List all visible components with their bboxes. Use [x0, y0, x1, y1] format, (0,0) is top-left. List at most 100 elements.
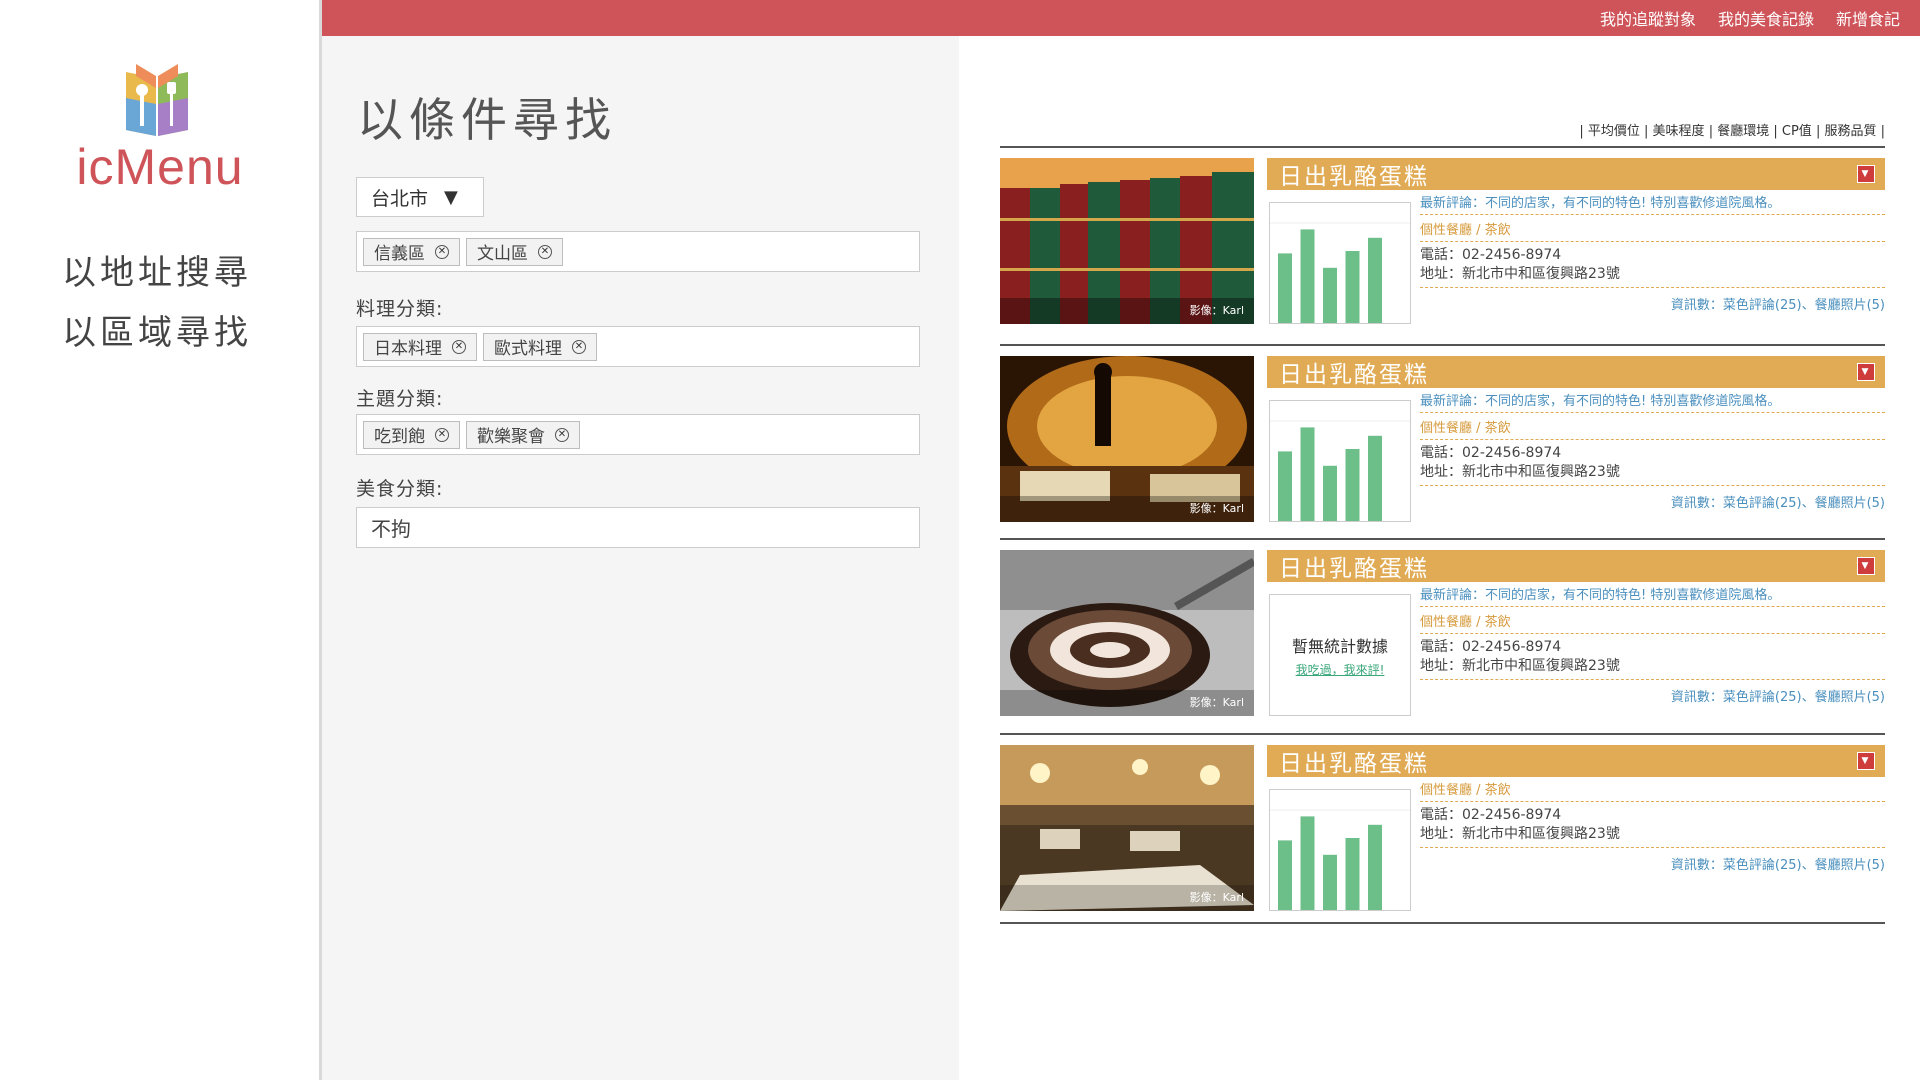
- rating-bar: [1300, 427, 1315, 521]
- sort-cp[interactable]: CP值: [1782, 124, 1812, 139]
- restaurant-title-bar[interactable]: 日出乳酪蛋糕 ▼: [1267, 158, 1885, 190]
- expand-dropdown-icon[interactable]: ▼: [1857, 557, 1875, 575]
- tag-label: 日本料理: [374, 339, 442, 359]
- tag-theme: 吃到飽 ✕: [363, 420, 460, 449]
- info-links[interactable]: 資訊數：菜色評論(25)、餐廳照片(5): [1420, 288, 1885, 313]
- remove-tag-icon[interactable]: ✕: [572, 339, 586, 354]
- sidebar: icMenu 以地址搜尋 以區域尋找: [0, 0, 322, 1080]
- tag-label: 吃到飽: [374, 427, 425, 447]
- restaurant-photo[interactable]: 影像：Karl: [1000, 550, 1254, 716]
- remove-tag-icon[interactable]: ✕: [538, 244, 552, 259]
- restaurant-photo[interactable]: 影像：Karl: [1000, 745, 1254, 911]
- nav-following[interactable]: 我的追蹤對象: [1600, 6, 1696, 30]
- restaurant-contact: 電話：02-2456-8974 地址：新北市中和區復興路23號: [1420, 802, 1885, 848]
- expand-dropdown-icon[interactable]: ▼: [1857, 165, 1875, 183]
- tag-label: 歐式料理: [494, 339, 562, 359]
- rating-bar: [1278, 451, 1292, 521]
- search-by-address-link[interactable]: 以地址搜尋: [62, 243, 252, 303]
- restaurant-title-bar[interactable]: 日出乳酪蛋糕 ▼: [1267, 550, 1885, 582]
- info-links[interactable]: 資訊數：菜色評論(25)、餐廳照片(5): [1420, 680, 1885, 705]
- food-label: 美食分類:: [356, 478, 444, 500]
- result-card[interactable]: 影像：Karl 日出乳酪蛋糕 ▼ 暫無統計數據 我吃過，我來評! 最新評論：不同…: [1000, 538, 1885, 716]
- tag-label: 文山區: [477, 244, 528, 264]
- sort-bar: | 平均價位 | 美味程度 | 餐廳環境 | CP值 | 服務品質 |: [1579, 124, 1885, 139]
- expand-dropdown-icon[interactable]: ▼: [1857, 363, 1875, 381]
- district-tag-input[interactable]: 信義區 ✕ 文山區 ✕: [356, 231, 920, 272]
- restaurant-info: 最新評論：不同的店家，有不同的特色! 特別喜歡修道院風格。 個性餐廳 / 茶飲 …: [1420, 580, 1885, 705]
- theme-label: 主題分類:: [356, 388, 444, 410]
- restaurant-title-bar[interactable]: 日出乳酪蛋糕 ▼: [1267, 356, 1885, 388]
- sort-price[interactable]: 平均價位: [1588, 124, 1640, 139]
- sort-taste[interactable]: 美味程度: [1653, 124, 1705, 139]
- latest-review[interactable]: 最新評論：不同的店家，有不同的特色! 特別喜歡修道院風格。: [1420, 386, 1885, 413]
- rating-bar: [1345, 838, 1360, 910]
- rating-bar: [1323, 854, 1337, 910]
- nav-add-record[interactable]: 新增食記: [1836, 6, 1900, 30]
- remove-tag-icon[interactable]: ✕: [435, 244, 449, 259]
- restaurant-photo[interactable]: 影像：Karl: [1000, 158, 1254, 324]
- rating-chart: [1269, 400, 1411, 522]
- rating-bar: [1345, 449, 1360, 521]
- rate-now-link[interactable]: 我吃過，我來評!: [1270, 661, 1410, 678]
- restaurant-category: 個性餐廳 / 茶飲: [1420, 775, 1885, 802]
- rating-bar: [1323, 267, 1337, 323]
- latest-review[interactable]: 最新評論：不同的店家，有不同的特色! 特別喜歡修道院風格。: [1420, 188, 1885, 215]
- remove-tag-icon[interactable]: ✕: [452, 339, 466, 354]
- phone: 電話：02-2456-8974: [1420, 639, 1562, 655]
- restaurant-info: 個性餐廳 / 茶飲 電話：02-2456-8974 地址：新北市中和區復興路23…: [1420, 775, 1885, 873]
- address: 地址：新北市中和區復興路23號: [1420, 658, 1620, 674]
- rating-bar: [1278, 840, 1292, 910]
- top-nav-bar: 我的追蹤對象 我的美食記錄 新增食記: [322, 0, 1920, 36]
- city-select[interactable]: 台北市 ▼: [356, 177, 484, 217]
- photo-credit: 影像：Karl: [1189, 891, 1244, 904]
- restaurant-photo[interactable]: 影像：Karl: [1000, 356, 1254, 522]
- result-card[interactable]: 影像：Karl 日出乳酪蛋糕 ▼ 最新評論：不同的店家，有不同的特色! 特別喜歡…: [1000, 146, 1885, 324]
- rating-bars: [1270, 222, 1410, 323]
- rating-bar: [1368, 824, 1382, 910]
- rating-bar: [1323, 465, 1337, 521]
- address: 地址：新北市中和區復興路23號: [1420, 826, 1620, 842]
- latest-review[interactable]: 最新評論：不同的店家，有不同的特色! 特別喜歡修道院風格。: [1420, 580, 1885, 607]
- rating-bar: [1300, 229, 1315, 323]
- cuisine-tag-input[interactable]: 日本料理 ✕ 歐式料理 ✕: [356, 326, 920, 367]
- search-by-region-link[interactable]: 以區域尋找: [62, 303, 252, 363]
- food-select[interactable]: 不拘: [356, 507, 920, 548]
- result-card[interactable]: 影像：Karl 日出乳酪蛋糕 ▼ 最新評論：不同的店家，有不同的特色! 特別喜歡…: [1000, 344, 1885, 522]
- coffee-photo-icon: [1000, 550, 1254, 716]
- book-logo-icon: [126, 64, 188, 136]
- remove-tag-icon[interactable]: ✕: [435, 427, 449, 442]
- books-photo-icon: [1000, 158, 1254, 324]
- logo[interactable]: icMenu: [70, 58, 250, 198]
- tag-cuisine: 日本料理 ✕: [363, 332, 477, 361]
- rating-bar: [1368, 435, 1382, 521]
- tag-district: 文山區 ✕: [466, 237, 563, 266]
- results-panel: | 平均價位 | 美味程度 | 餐廳環境 | CP值 | 服務品質 | 影像：K…: [1000, 36, 1885, 1080]
- remove-tag-icon[interactable]: ✕: [555, 427, 569, 442]
- restaurant-title: 日出乳酪蛋糕: [1279, 362, 1429, 388]
- photo-credit: 影像：Karl: [1189, 502, 1244, 515]
- info-links[interactable]: 資訊數：菜色評論(25)、餐廳照片(5): [1420, 486, 1885, 511]
- cuisine-label: 料理分類:: [356, 298, 444, 320]
- rating-bar: [1345, 251, 1360, 323]
- sort-environment[interactable]: 餐廳環境: [1717, 124, 1769, 139]
- restaurant-contact: 電話：02-2456-8974 地址：新北市中和區復興路23號: [1420, 634, 1885, 680]
- rating-bar: [1368, 237, 1382, 323]
- filter-panel: 以條件尋找 台北市 ▼ 信義區 ✕ 文山區 ✕ 料理分類: 日本料理 ✕ 歐式料…: [322, 36, 959, 1080]
- result-card[interactable]: 影像：Karl 日出乳酪蛋糕 ▼ 個性餐廳 / 茶飲 電話：02-2456-89…: [1000, 733, 1885, 911]
- rating-bars: [1270, 420, 1410, 521]
- photo-credit: 影像：Karl: [1189, 696, 1244, 709]
- sort-service[interactable]: 服務品質: [1824, 124, 1876, 139]
- info-links[interactable]: 資訊數：菜色評論(25)、餐廳照片(5): [1420, 848, 1885, 873]
- expand-dropdown-icon[interactable]: ▼: [1857, 752, 1875, 770]
- filter-title: 以條件尋找: [357, 93, 617, 147]
- address: 地址：新北市中和區復興路23號: [1420, 464, 1620, 480]
- restaurant-hall-photo-icon: [1000, 745, 1254, 911]
- nav-my-records[interactable]: 我的美食記錄: [1718, 6, 1814, 30]
- results-end-divider: [1000, 922, 1885, 924]
- address: 地址：新北市中和區復興路23號: [1420, 266, 1620, 282]
- restaurant-info: 最新評論：不同的店家，有不同的特色! 特別喜歡修道院風格。 個性餐廳 / 茶飲 …: [1420, 386, 1885, 511]
- theme-tag-input[interactable]: 吃到飽 ✕ 歡樂聚會 ✕: [356, 414, 920, 455]
- restaurant-title-bar[interactable]: 日出乳酪蛋糕 ▼: [1267, 745, 1885, 777]
- restaurant-title: 日出乳酪蛋糕: [1279, 751, 1429, 777]
- restaurant-contact: 電話：02-2456-8974 地址：新北市中和區復興路23號: [1420, 242, 1885, 288]
